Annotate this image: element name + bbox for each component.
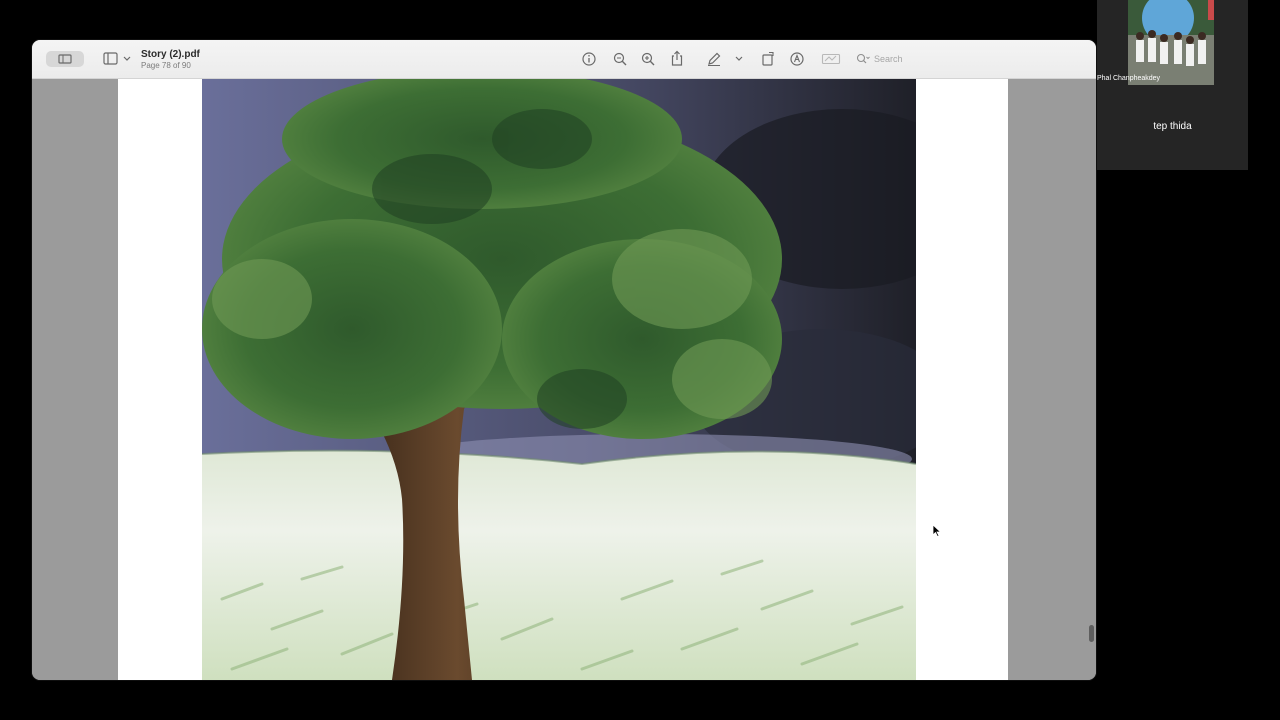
- markup-pen-button[interactable]: [706, 51, 722, 67]
- mouse-pointer-icon: [932, 524, 942, 542]
- participant-video-frame: [1128, 0, 1214, 85]
- markup-circle-button[interactable]: [789, 51, 805, 67]
- self-name: tep thida: [1153, 121, 1192, 132]
- share-icon: [671, 50, 683, 66]
- share-button[interactable]: [669, 50, 685, 67]
- view-mode-icon: [58, 54, 72, 64]
- markup-circle-icon: [790, 52, 804, 66]
- preview-window: Story (2).pdf Page 78 of 90 Search: [32, 40, 1096, 680]
- rotate-button[interactable]: [760, 50, 776, 67]
- title-block: Story (2).pdf Page 78 of 90: [141, 49, 200, 71]
- view-mode-button[interactable]: [46, 51, 84, 67]
- markup-options-button[interactable]: [734, 53, 744, 63]
- participant-name: Phal Chanpheakdey: [1097, 75, 1161, 82]
- document-viewport[interactable]: [32, 79, 1096, 680]
- page-info: Page 78 of 90: [141, 61, 191, 70]
- search-icon: [856, 53, 870, 64]
- tree-storm-illustration: [202, 79, 916, 680]
- document-title: Story (2).pdf: [141, 49, 200, 60]
- participant-video[interactable]: [1128, 0, 1214, 85]
- chevron-down-icon: [735, 56, 743, 61]
- search-field[interactable]: Search: [856, 52, 956, 66]
- scrollbar-thumb[interactable]: [1089, 625, 1094, 642]
- signature-icon: [821, 53, 841, 65]
- sidebar-toggle-button[interactable]: [102, 51, 132, 67]
- zoom-in-icon: [641, 52, 655, 66]
- pdf-page: [118, 79, 1008, 680]
- toolbar: Story (2).pdf Page 78 of 90 Search: [32, 40, 1096, 79]
- info-button[interactable]: [581, 51, 597, 67]
- zoom-in-button[interactable]: [640, 51, 656, 67]
- rotate-icon: [762, 51, 774, 66]
- signature-button[interactable]: [821, 52, 841, 66]
- markup-pen-icon: [708, 52, 721, 66]
- zoom-out-button[interactable]: [612, 51, 628, 67]
- search-placeholder: Search: [874, 54, 903, 64]
- zoom-out-icon: [613, 52, 627, 66]
- sidebar-toggle-icon: [103, 52, 131, 65]
- info-icon: [582, 52, 596, 66]
